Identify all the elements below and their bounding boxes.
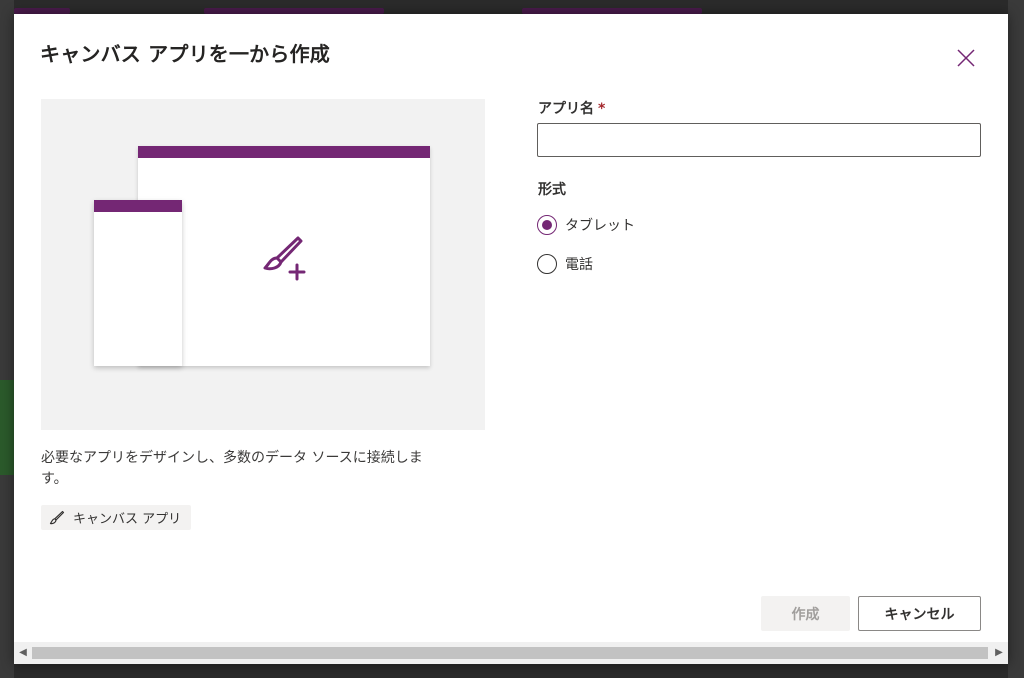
scroll-right-arrow-icon[interactable]: ▶ bbox=[992, 646, 1006, 660]
cancel-button[interactable]: キャンセル bbox=[858, 596, 981, 631]
radio-unchecked-icon[interactable] bbox=[537, 254, 557, 274]
background-tile bbox=[0, 380, 14, 475]
illustration-phone-window bbox=[94, 200, 182, 366]
app-name-input[interactable] bbox=[537, 123, 981, 157]
scroll-left-arrow-icon[interactable]: ◀ bbox=[16, 646, 30, 660]
app-name-label: アプリ名 * bbox=[538, 101, 606, 117]
format-option-label: 電話 bbox=[565, 257, 593, 273]
radio-checked-icon[interactable] bbox=[537, 215, 557, 235]
close-icon bbox=[957, 49, 975, 67]
format-option-phone[interactable]: 電話 bbox=[537, 254, 593, 274]
horizontal-scrollbar[interactable]: ◀ ▶ bbox=[14, 642, 1008, 664]
dialog-title: キャンバス アプリを一から作成 bbox=[40, 42, 330, 66]
required-marker: * bbox=[598, 101, 606, 117]
format-option-label: タブレット bbox=[565, 218, 635, 234]
create-button[interactable]: 作成 bbox=[761, 596, 850, 631]
format-option-tablet[interactable]: タブレット bbox=[537, 215, 635, 235]
canvas-app-tag: キャンバス アプリ bbox=[41, 505, 192, 530]
background-page-right bbox=[1008, 0, 1024, 678]
tag-label: キャンバス アプリ bbox=[73, 512, 182, 527]
paintbrush-plus-icon bbox=[263, 236, 306, 281]
background-page-left bbox=[0, 0, 14, 678]
format-label: 形式 bbox=[538, 182, 566, 198]
dialog-description: 必要なアプリをデザインし、多数のデータ ソースに接続します。 bbox=[41, 450, 423, 487]
paintbrush-icon bbox=[49, 510, 65, 524]
illustration bbox=[41, 99, 485, 430]
create-canvas-app-dialog: キャンバス アプリを一から作成 必要なアプリをデザインし、多数のデータ ソースに… bbox=[14, 14, 1008, 664]
close-button[interactable] bbox=[954, 46, 978, 70]
scrollbar-thumb[interactable] bbox=[32, 647, 988, 659]
